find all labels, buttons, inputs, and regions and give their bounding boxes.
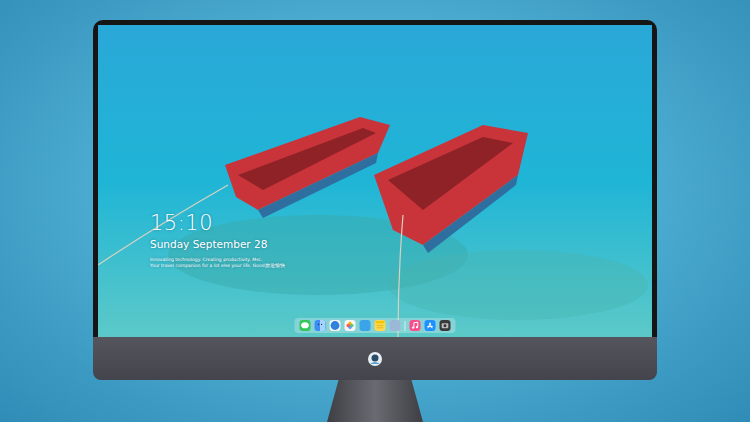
lock-screen[interactable]: 15:10 Sunday September 28 Innovating tec… (98, 25, 652, 337)
clock-date: Sunday September 28 (150, 237, 285, 251)
lock-clock: 15:10 Sunday September 28 Innovating tec… (150, 211, 285, 268)
safari-icon[interactable] (330, 320, 341, 331)
messages-icon[interactable] (300, 320, 311, 331)
finder-icon[interactable] (315, 320, 326, 331)
preview-icon[interactable] (390, 320, 401, 331)
brand-logo-icon (367, 351, 383, 367)
dock (295, 318, 456, 333)
appstore-icon[interactable] (425, 320, 436, 331)
monitor: 15:10 Sunday September 28 Innovating tec… (93, 20, 657, 422)
dock-separator (405, 321, 406, 331)
keynote-icon[interactable] (360, 320, 371, 331)
camera-icon[interactable] (440, 320, 451, 331)
music-icon[interactable] (410, 320, 421, 331)
clock-time: 15:10 (150, 211, 285, 235)
mockup-page: 15:10 Sunday September 28 Innovating tec… (0, 0, 750, 422)
photos-icon[interactable] (345, 320, 356, 331)
monitor-stand (327, 380, 423, 422)
notes-icon[interactable] (375, 320, 386, 331)
message-line: Your travel companion for a lot else you… (150, 263, 285, 269)
monitor-bezel: 15:10 Sunday September 28 Innovating tec… (93, 20, 657, 337)
lock-message: Innovating technology. Creating producti… (150, 257, 285, 268)
wallpaper-photo (98, 25, 652, 337)
message-line: Innovating technology. Creating producti… (150, 257, 285, 263)
monitor-chin (93, 337, 657, 380)
